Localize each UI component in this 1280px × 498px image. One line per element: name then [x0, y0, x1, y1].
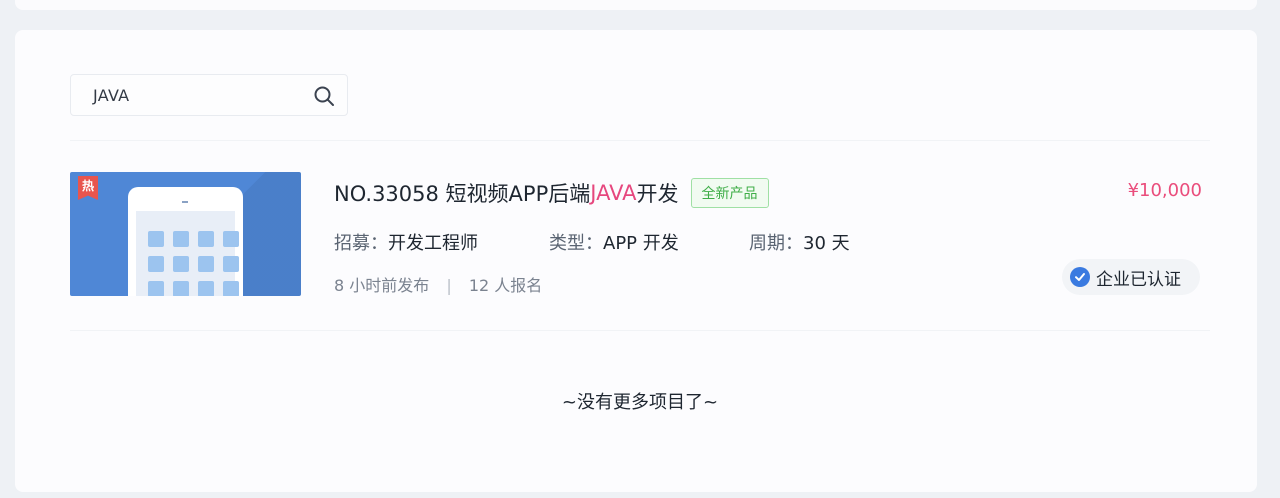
project-meta: 8 小时前发布 | 12 人报名 [334, 272, 542, 296]
title-prefix[interactable]: NO.33058 短视频APP后端 [334, 178, 590, 208]
type-label: 类型： [549, 233, 603, 254]
title-keyword-highlight[interactable]: JAVA [590, 181, 636, 205]
type-info: 类型： APP 开发 [549, 229, 749, 255]
app-icon [148, 281, 164, 296]
app-icon [198, 231, 214, 247]
phone-speaker [182, 201, 188, 203]
recruit-label: 招募： [334, 233, 388, 254]
period-value: 30 天 [803, 233, 850, 254]
recruit-info: 招募： 开发工程师 [334, 229, 549, 255]
app-icon [148, 256, 164, 272]
project-thumbnail[interactable]: 热 [70, 172, 301, 296]
divider [70, 330, 1210, 331]
project-title[interactable]: NO.33058 短视频APP后端 JAVA 开发 全新产品 [334, 176, 769, 210]
recruit-value: 开发工程师 [388, 233, 478, 254]
period-label: 周期： [749, 233, 803, 254]
title-suffix[interactable]: 开发 [637, 178, 679, 208]
app-icon [173, 256, 189, 272]
app-icon [173, 281, 189, 296]
verified-badge: 企业已认证 [1062, 259, 1200, 295]
list-end-box: ~没有更多项目了~ [70, 360, 1210, 444]
search-query[interactable]: JAVA [93, 86, 129, 105]
app-icon [223, 256, 239, 272]
phone-screen [136, 211, 239, 296]
app-icon [198, 281, 214, 296]
posted-time: 8 小时前发布 [334, 276, 430, 295]
search-input[interactable]: JAVA [70, 74, 348, 116]
verified-label: 企业已认证 [1096, 269, 1181, 290]
new-product-tag: 全新产品 [690, 178, 769, 208]
previous-card [15, 0, 1257, 10]
check-icon [1070, 267, 1090, 287]
type-value: APP 开发 [603, 233, 679, 254]
project-price: ¥10,000 [1127, 180, 1202, 201]
project-info-row: 招募： 开发工程师 类型： APP 开发 周期： 30 天 [334, 229, 850, 255]
app-icon [223, 281, 239, 296]
divider [70, 140, 1210, 141]
app-icon-grid [148, 231, 239, 296]
app-icon [148, 231, 164, 247]
app-icon [198, 256, 214, 272]
meta-separator: | [446, 276, 452, 295]
no-more-text: ~没有更多项目了~ [561, 392, 719, 413]
signup-count: 12 人报名 [468, 276, 543, 295]
app-icon [173, 231, 189, 247]
period-info: 周期： 30 天 [749, 229, 850, 255]
search-icon[interactable] [313, 85, 335, 107]
phone-illustration [128, 187, 243, 296]
app-icon [223, 231, 239, 247]
